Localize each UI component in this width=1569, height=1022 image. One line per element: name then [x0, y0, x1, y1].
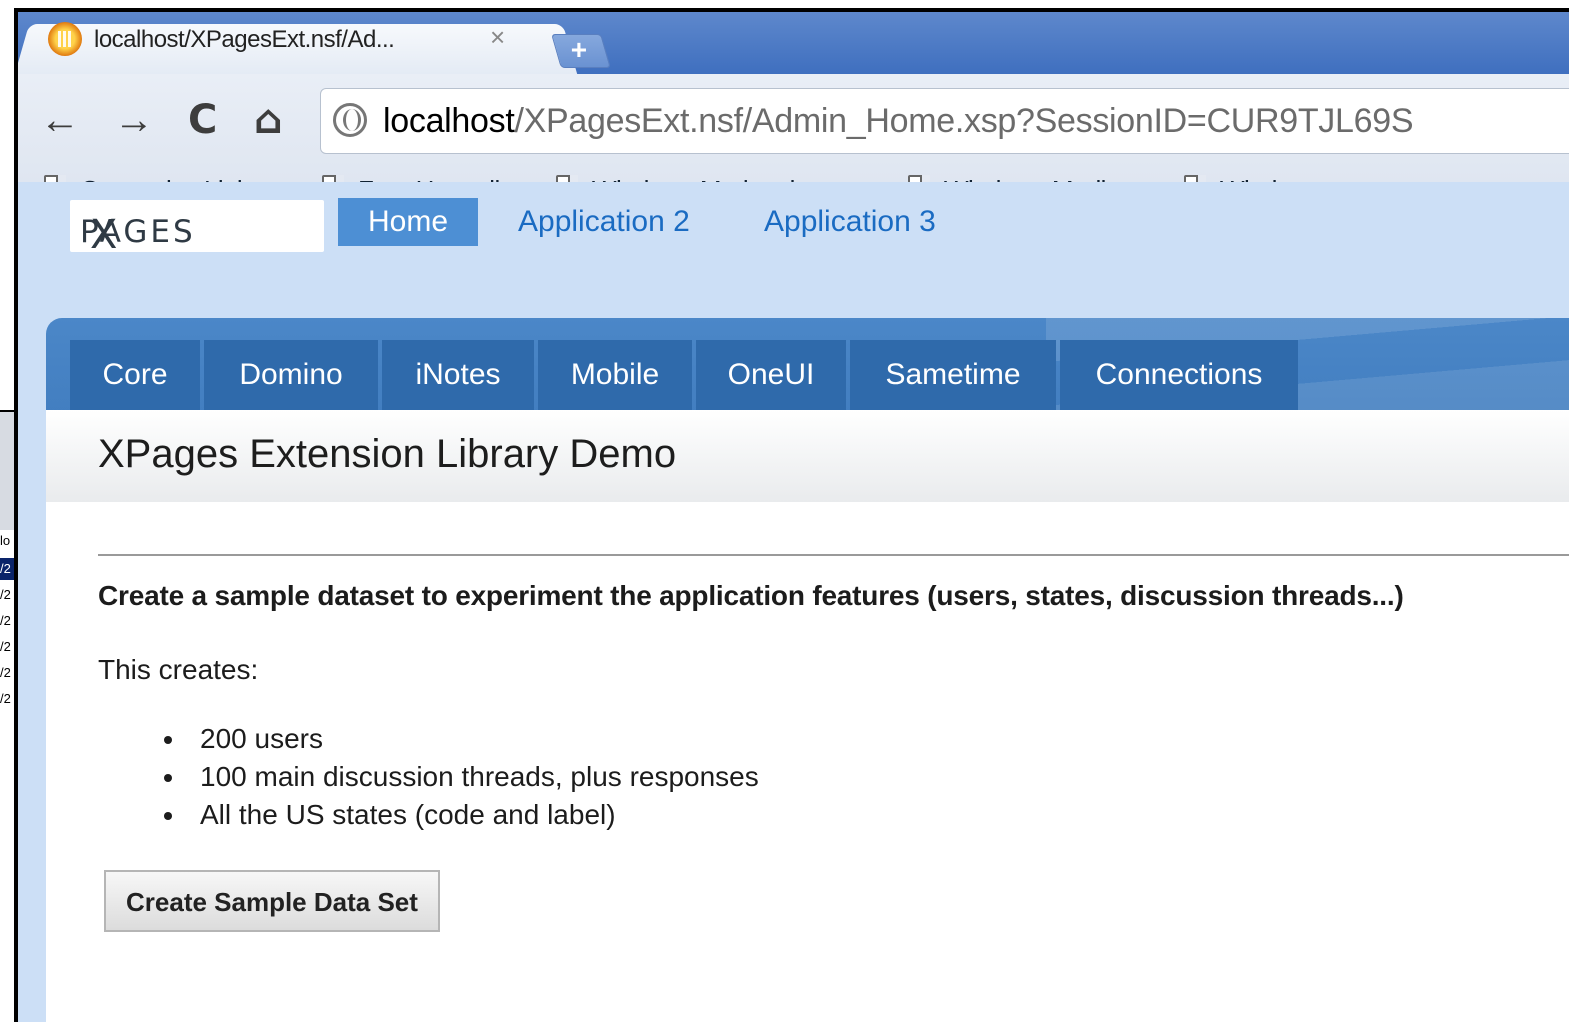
bullet-list: 200 users 100 main discussion threads, p…	[164, 720, 759, 834]
tab-inotes[interactable]: iNotes	[382, 340, 534, 410]
forward-arrow-icon[interactable]: →	[114, 100, 154, 140]
tab-connections[interactable]: Connections	[1060, 340, 1298, 410]
xpages-logo: X PAGES	[70, 200, 324, 258]
address-bar[interactable]: localhost/XPagesExt.nsf/Admin_Home.xsp?S…	[320, 88, 1569, 154]
list-item: 200 users	[164, 720, 759, 758]
tab-title: localhost/XPagesExt.nsf/Ad...	[94, 26, 395, 53]
page-viewport: X PAGES Home Application 2 Application 3 …	[18, 182, 1569, 1022]
nav-application-2[interactable]: Application 2	[518, 198, 690, 246]
list-item: All the US states (code and label)	[164, 796, 759, 834]
browser-toolbar: ← → C ⌂ localhost/XPagesExt.nsf/Admin_Ho…	[18, 74, 1569, 205]
home-icon[interactable]: ⌂	[254, 100, 283, 140]
url-text: localhost/XPagesExt.nsf/Admin_Home.xsp?S…	[383, 102, 1414, 140]
tab-strip: localhost/XPagesExt.nsf/Ad... × +	[18, 12, 1569, 74]
create-sample-data-set-button[interactable]: Create Sample Data Set	[104, 870, 440, 932]
url-path: /XPagesExt.nsf/Admin_Home.xsp?SessionID=…	[514, 102, 1414, 140]
plus-icon: +	[570, 34, 588, 65]
back-arrow-icon[interactable]: ←	[40, 100, 80, 140]
page-title: XPages Extension Library Demo	[98, 432, 677, 476]
divider	[98, 554, 1569, 556]
xpages-favicon-icon	[48, 22, 82, 56]
globe-icon	[333, 103, 367, 137]
reload-icon[interactable]: C	[188, 100, 217, 140]
nav-home[interactable]: Home	[338, 198, 479, 246]
tab-domino[interactable]: Domino	[204, 340, 378, 410]
nav-application-3[interactable]: Application 3	[764, 198, 936, 246]
tab-sametime[interactable]: Sametime	[850, 340, 1056, 410]
new-tab-button[interactable]: +	[551, 34, 611, 68]
title-bar: XPages Extension Library Demo	[46, 410, 1569, 504]
lead-text: Create a sample dataset to experiment th…	[98, 580, 1404, 611]
tab-oneui[interactable]: OneUI	[696, 340, 846, 410]
browser-window: localhost/XPagesExt.nsf/Ad... × + ← → C …	[14, 8, 1569, 1022]
url-host: localhost	[383, 102, 515, 140]
main-content: Create a sample dataset to experiment th…	[46, 502, 1569, 1022]
close-tab-icon[interactable]: ×	[490, 24, 505, 50]
list-item: 100 main discussion threads, plus respon…	[164, 758, 759, 796]
tab-core[interactable]: Core	[70, 340, 200, 410]
tab-mobile[interactable]: Mobile	[538, 340, 692, 410]
creates-label: This creates:	[98, 654, 259, 685]
